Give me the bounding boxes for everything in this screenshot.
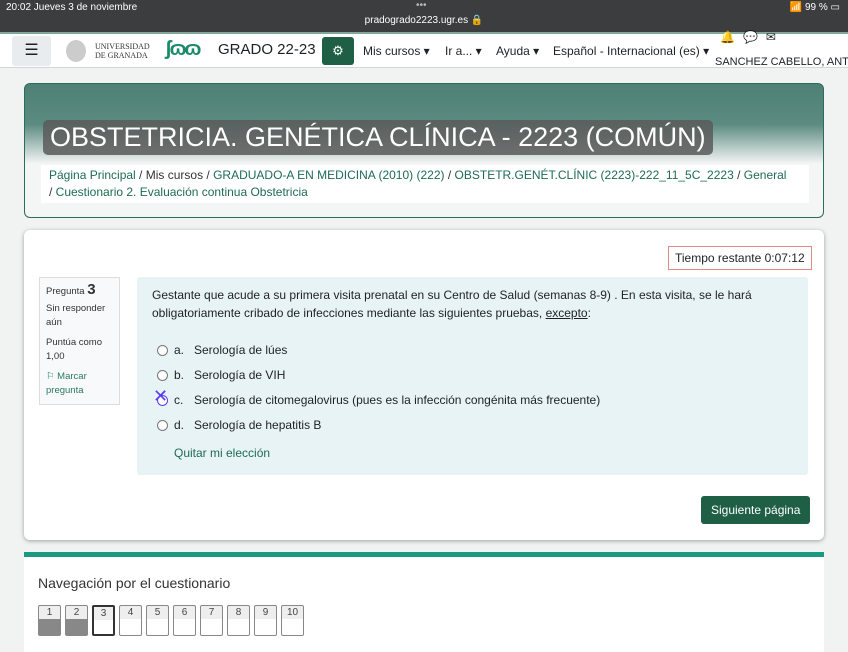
crumb-degree[interactable]: GRADUADO-A EN MEDICINA (2010) (222) (213, 168, 444, 182)
crumb-general[interactable]: General (744, 168, 787, 182)
quiz-nav-button-8[interactable]: 8 (227, 605, 250, 636)
quiz-navigation: Navegación por el cuestionario 123456789… (24, 552, 824, 652)
breadcrumb: Página Principal / Mis cursos / GRADUADO… (41, 165, 809, 203)
prado-logo[interactable]: ʃɷɷ (165, 38, 201, 61)
next-page-button[interactable]: Siguiente página (701, 496, 811, 524)
gear-icon[interactable]: ⚙ (322, 37, 354, 65)
menu-button[interactable]: ☰ (12, 36, 51, 66)
quiz-nav-button-5[interactable]: 5 (146, 605, 169, 636)
option-letter: a. (174, 343, 185, 357)
menu-language[interactable]: Español - Internacional (es) ▾ (553, 44, 709, 58)
logo-line2: DE GRANADA (95, 51, 148, 60)
crumb-course[interactable]: OBSTETR.GENÉT.CLÍNIC (2223)-222_11_5C_22… (455, 168, 734, 182)
page-title: OBSTETRICIA. GENÉTICA CLÍNICA - 2223 (CO… (43, 120, 713, 155)
bell-icon[interactable]: 🔔 (720, 30, 743, 44)
option-c[interactable]: ✕ c. Serología de citomegalovirus (pues es… (153, 387, 601, 409)
question-label: Pregunta (46, 286, 85, 297)
navbar: ☰ UNIVERSIDAD DE GRANADA ʃɷɷ GRADO 22-23 … (0, 30, 848, 68)
quiz-nav-button-4[interactable]: 4 (119, 605, 142, 636)
question-end: : (587, 306, 591, 320)
quiz-nav-buttons: 1 2 3 4 5 6 7 8 9 10 (38, 605, 304, 636)
option-letter: b. (174, 368, 185, 382)
clock: 20:02 Jueves 3 de noviembre (6, 2, 138, 13)
user-menu[interactable]: SANCHEZ CABELLO, ANT (715, 56, 848, 68)
quiz-nav-button-1[interactable]: 1 (38, 605, 61, 636)
question-state: Sin responder aún (46, 303, 106, 328)
quiz-nav-button-10[interactable]: 10 (281, 605, 304, 636)
question-main: Gestante que acude a su primera visita p… (152, 288, 752, 320)
question-grade: Puntúa como 1,00 (46, 337, 102, 362)
site-name[interactable]: GRADO 22-23 (218, 41, 316, 58)
option-text: Serología de VIH (194, 368, 286, 382)
radio-b[interactable] (157, 370, 168, 381)
radio-a[interactable] (157, 345, 168, 356)
question-text: Gestante que acude a su primera visita p… (152, 286, 793, 322)
more-icon[interactable]: ••• (416, 0, 427, 11)
crumb-mis-cursos[interactable]: Mis cursos (146, 168, 203, 182)
university-logo[interactable]: UNIVERSIDAD DE GRANADA (95, 42, 150, 60)
option-a[interactable]: a. Serología de lúes (157, 341, 287, 359)
crumb-home[interactable]: Página Principal (49, 168, 136, 182)
battery-level: 99 % (804, 2, 828, 13)
quiz-nav-button-9[interactable]: 9 (254, 605, 277, 636)
quiz-nav-button-3[interactable]: 3 (92, 605, 115, 636)
option-text: Serología de hepatitis B (194, 418, 322, 432)
question-body: Gestante que acude a su primera visita p… (137, 277, 808, 475)
question-card: Tiempo restante 0:07:12 Pregunta 3 Sin r… (24, 230, 824, 540)
battery: 📶 99 % ▭ (789, 2, 840, 13)
address-bar[interactable]: pradogrado2223.ugr.es 🔒 (0, 15, 848, 26)
strikeout-icon: ✕ (153, 386, 169, 406)
option-text: Serología de citomegalovirus (pues es la… (194, 393, 601, 407)
menu-ir-a[interactable]: Ir a... ▾ (445, 44, 482, 58)
flag-question-link[interactable]: ⚐ Marcar pregunta (46, 371, 87, 396)
menu-ayuda[interactable]: Ayuda ▾ (496, 44, 539, 58)
clear-choice-link[interactable]: Quitar mi elección (174, 444, 270, 462)
chat-icon[interactable]: 💬 (743, 30, 766, 44)
radio-d[interactable] (157, 420, 168, 431)
mail-icon[interactable]: ✉ (766, 30, 784, 44)
flag-icon: ⚐ (46, 371, 55, 382)
timer: Tiempo restante 0:07:12 (668, 246, 812, 270)
option-text: Serología de lúes (194, 343, 288, 357)
option-b[interactable]: b. Serología de VIH (157, 366, 285, 384)
quiz-nav-button-6[interactable]: 6 (173, 605, 196, 636)
course-header: OBSTETRICIA. GENÉTICA CLÍNICA - 2223 (CO… (24, 83, 824, 218)
quiz-nav-button-7[interactable]: 7 (200, 605, 223, 636)
quiz-navigation-title: Navegación por el cuestionario (38, 575, 231, 591)
option-d[interactable]: d. Serología de hepatitis B (157, 416, 321, 434)
menu-mis-cursos[interactable]: Mis cursos ▾ (363, 44, 430, 58)
status-bar: 20:02 Jueves 3 de noviembre ••• pradogra… (0, 0, 848, 32)
question-info: Pregunta 3 Sin responder aún Puntúa como… (39, 277, 120, 405)
option-letter: d. (174, 418, 185, 432)
option-letter: c. (174, 393, 184, 407)
question-number: 3 (87, 281, 96, 298)
crumb-quiz[interactable]: Cuestionario 2. Evaluación continua Obst… (56, 185, 308, 199)
quiz-nav-button-2[interactable]: 2 (65, 605, 88, 636)
logo-line1: UNIVERSIDAD (95, 42, 150, 51)
question-emphasis: excepto (545, 306, 588, 320)
university-seal-icon (66, 40, 86, 62)
